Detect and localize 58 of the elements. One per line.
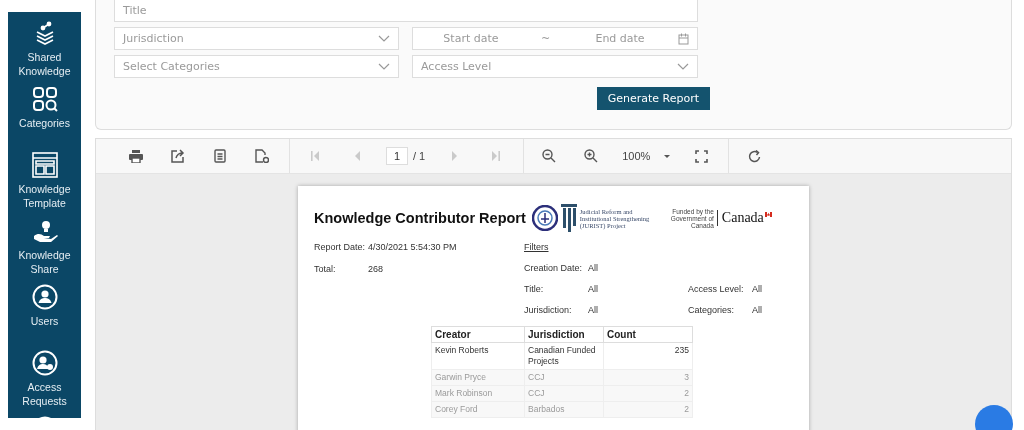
filter-value: All <box>588 284 599 294</box>
chevron-down-icon <box>378 63 390 70</box>
sidebar-item[interactable]: Knowledge Share <box>8 216 81 282</box>
sidebar-item[interactable]: Access Requests <box>8 348 81 414</box>
layout-icon <box>31 152 58 178</box>
canada-wordmark: Canada <box>721 210 764 226</box>
sidebar-item[interactable]: Users <box>8 282 81 348</box>
print-icon <box>129 149 143 163</box>
column-header: Count <box>603 326 693 343</box>
page-number-field[interactable]: 1 <box>386 147 408 165</box>
table-cell: 235 <box>603 342 693 370</box>
report-title: Knowledge Contributor Report <box>314 210 526 226</box>
next-page-icon <box>450 151 458 161</box>
flag-icon <box>764 212 772 217</box>
grid-search-icon <box>31 86 58 112</box>
caret-icon <box>664 154 671 158</box>
filter-value: All <box>752 284 763 294</box>
document-icon <box>214 149 226 163</box>
table-cell: Kevin Roberts <box>431 342 525 370</box>
page-total: / 1 <box>413 150 426 162</box>
generate-report-button[interactable]: Generate Report <box>596 87 710 110</box>
user-icon <box>31 284 58 310</box>
zoom-out-icon <box>542 149 557 163</box>
filter-label: Title: <box>524 284 545 294</box>
refresh-icon <box>747 149 761 163</box>
sidebar-item[interactable]: Shared Knowledge <box>8 18 81 84</box>
filters-heading: Filters <box>524 242 550 252</box>
chevron-down-icon <box>378 35 390 42</box>
filter-value: All <box>588 305 599 315</box>
filter-value: All <box>752 305 763 315</box>
field-value: 4/30/2021 5:54:30 PM <box>368 242 458 252</box>
filter-value: All <box>588 263 599 273</box>
chevron-down-icon <box>677 63 689 70</box>
export-icon <box>171 149 185 163</box>
filter-label: Categories: <box>688 305 736 315</box>
first-page-icon <box>311 151 319 161</box>
field-label: Total: <box>314 264 337 274</box>
table-cell: Canadian Funded Projects <box>524 342 604 370</box>
field-label: Report Date: <box>314 242 367 252</box>
zoom-in-icon <box>584 149 599 163</box>
column-header: Jurisdiction <box>524 326 604 343</box>
hand-bulb-icon <box>31 218 58 244</box>
field-value: 268 <box>368 264 385 274</box>
column-header: Creator <box>431 326 525 343</box>
sidebar-item[interactable]: Knowledge Template <box>8 150 81 216</box>
fullscreen-icon <box>694 149 708 163</box>
calendar-icon <box>678 32 689 45</box>
filter-label: Access Level: <box>688 284 745 294</box>
filter-label: Jurisdiction: <box>524 305 573 315</box>
document-gear-icon <box>255 149 269 163</box>
sidebar-item[interactable]: Categories <box>8 84 81 150</box>
last-page-icon <box>492 151 501 161</box>
zoom-dropdown[interactable]: 100% <box>612 144 681 168</box>
filter-label: Creation Date: <box>524 263 584 273</box>
pillar-logo <box>560 204 577 232</box>
user-badge-icon <box>31 350 58 376</box>
emblem-logo <box>531 205 558 231</box>
previous-page-icon <box>353 151 361 161</box>
